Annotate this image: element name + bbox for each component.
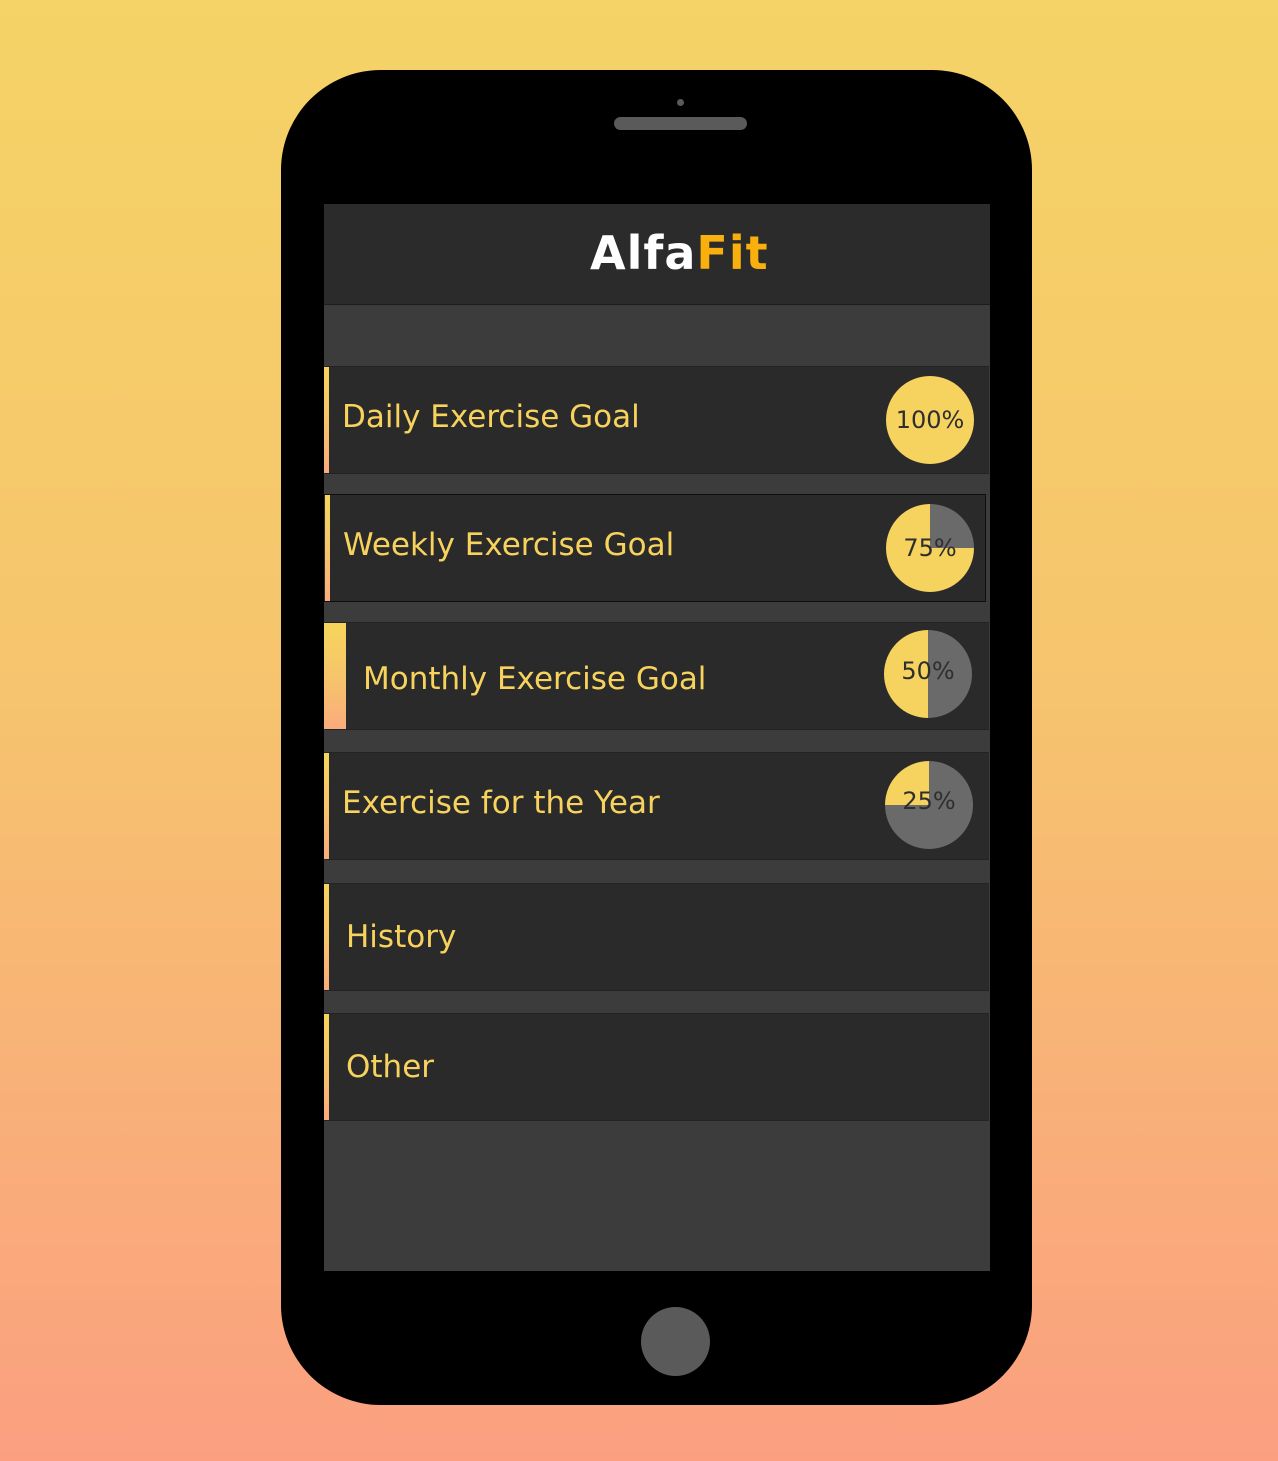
yearly-progress-pie: 25% bbox=[885, 761, 973, 849]
menu-item-label: Daily Exercise Goal bbox=[342, 399, 640, 435]
menu-item-label: Monthly Exercise Goal bbox=[363, 661, 707, 697]
progress-percent: 75% bbox=[903, 534, 957, 562]
app-screen: Alfa Fit Daily Exercise Goal 100% Weekly … bbox=[324, 204, 990, 1271]
progress-percent: 25% bbox=[902, 787, 956, 815]
logo-text-fit: Fit bbox=[696, 226, 769, 280]
menu-item-weekly-goal[interactable]: Weekly Exercise Goal 75% bbox=[324, 494, 986, 602]
menu-item-label: Weekly Exercise Goal bbox=[343, 527, 675, 563]
menu-item-label: History bbox=[346, 919, 457, 955]
progress-percent: 50% bbox=[901, 657, 955, 685]
item-accent-bar bbox=[324, 367, 329, 473]
earpiece-speaker bbox=[614, 117, 747, 130]
weekly-progress-pie: 75% bbox=[886, 504, 974, 592]
app-header: Alfa Fit bbox=[324, 204, 990, 305]
item-accent-bar bbox=[324, 884, 329, 990]
menu-item-other[interactable]: Other bbox=[324, 1013, 989, 1121]
menu-item-daily-goal[interactable]: Daily Exercise Goal 100% bbox=[324, 366, 989, 474]
menu-item-yearly-goal[interactable]: Exercise for the Year 25% bbox=[324, 752, 989, 860]
menu-item-label: Other bbox=[346, 1049, 435, 1085]
app-logo: Alfa Fit bbox=[590, 226, 769, 280]
front-camera bbox=[677, 99, 684, 106]
item-accent-bar bbox=[324, 1014, 329, 1120]
menu-item-monthly-goal[interactable]: Monthly Exercise Goal 50% bbox=[324, 622, 989, 730]
item-accent-bar bbox=[324, 753, 329, 859]
menu-item-label: Exercise for the Year bbox=[342, 785, 660, 821]
monthly-progress-pie: 50% bbox=[884, 630, 972, 718]
logo-text-alfa: Alfa bbox=[590, 226, 697, 280]
phone-frame: Alfa Fit Daily Exercise Goal 100% Weekly … bbox=[281, 70, 1032, 1405]
menu-item-history[interactable]: History bbox=[324, 883, 989, 991]
item-accent-bar bbox=[325, 495, 330, 601]
item-accent-bar bbox=[324, 623, 346, 729]
progress-percent: 100% bbox=[895, 406, 965, 434]
home-button[interactable] bbox=[641, 1307, 710, 1376]
daily-progress-pie: 100% bbox=[886, 376, 974, 464]
